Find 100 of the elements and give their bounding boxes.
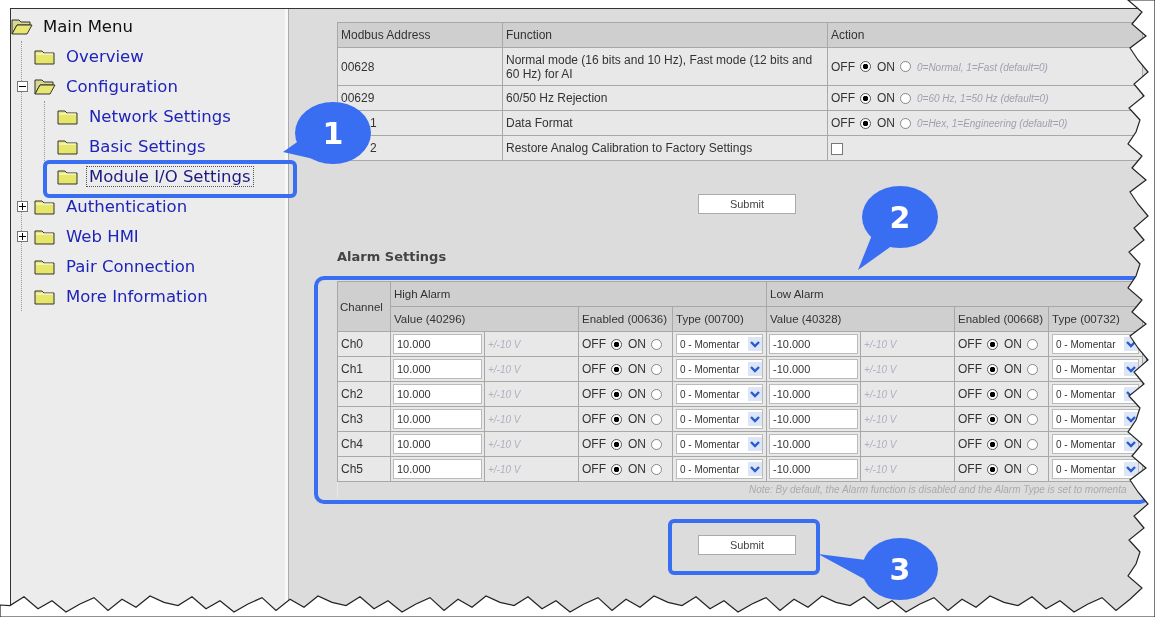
table-cell: Ch4 (337, 431, 391, 457)
folder-icon (34, 197, 56, 215)
value-field[interactable]: 10.000 (393, 334, 482, 354)
value-field[interactable]: -10.000 (769, 334, 858, 354)
menu-item[interactable]: Overview (64, 46, 146, 66)
radio-button[interactable] (987, 388, 998, 400)
radio-label: ON (628, 387, 646, 401)
type-dropdown[interactable]: 0 - Momentar (676, 409, 763, 429)
menu-item[interactable]: Main Menu (41, 16, 135, 36)
type-dropdown[interactable]: 0 - Momentar (1052, 459, 1139, 479)
radio-label: OFF (958, 462, 982, 476)
radio-button[interactable] (860, 117, 871, 129)
radio-label: ON (877, 91, 895, 105)
radio-button[interactable] (1027, 413, 1038, 425)
radio-button[interactable] (651, 388, 662, 400)
value-field[interactable]: 10.000 (393, 459, 482, 479)
folder-icon (34, 227, 56, 245)
radio-button[interactable] (1027, 338, 1038, 350)
radio-button[interactable] (900, 117, 911, 129)
value-field[interactable]: -10.000 (769, 459, 858, 479)
radio-label: OFF (582, 462, 606, 476)
menu-item[interactable]: Authentication (64, 196, 190, 216)
column-header: Value (40328) (766, 306, 955, 332)
radio-button[interactable] (611, 413, 622, 425)
value-field[interactable]: 10.000 (393, 359, 482, 379)
radio-button[interactable] (987, 338, 998, 350)
menu-item[interactable]: Configuration (64, 76, 180, 96)
checkbox[interactable] (831, 142, 843, 155)
submit-button[interactable]: Submit (698, 194, 796, 214)
radio-label: ON (1004, 462, 1022, 476)
radio-button[interactable] (860, 61, 871, 72)
radio-button[interactable] (611, 338, 622, 350)
value-field[interactable]: -10.000 (769, 384, 858, 404)
type-dropdown[interactable]: 0 - Momentar (676, 334, 763, 354)
value-field[interactable]: -10.000 (769, 359, 858, 379)
radio-button[interactable] (860, 92, 871, 104)
radio-button[interactable] (1027, 388, 1038, 400)
radio-label: OFF (958, 437, 982, 451)
radio-button[interactable] (900, 92, 911, 104)
value-field[interactable]: -10.000 (769, 409, 858, 429)
radio-button[interactable] (987, 413, 998, 425)
type-dropdown[interactable]: 0 - Momentar (676, 359, 763, 379)
type-dropdown[interactable]: 0 - Momentar (676, 434, 763, 454)
column-header: Action (827, 22, 1143, 48)
radio-button[interactable] (611, 438, 622, 450)
radio-label: OFF (831, 59, 855, 74)
radio-button[interactable] (651, 438, 662, 450)
hint-text: 0=Hex, 1=Engineering (default=0) (917, 118, 1068, 129)
type-dropdown[interactable]: 0 - Momentar (676, 459, 763, 479)
radio-button[interactable] (900, 61, 911, 72)
expander-icon[interactable] (16, 80, 28, 92)
menu-item[interactable]: Module I/O Settings (87, 166, 253, 186)
radio-button[interactable] (1027, 463, 1038, 475)
type-dropdown[interactable]: 0 - Momentar (1052, 434, 1139, 454)
radio-button[interactable] (987, 463, 998, 475)
table-cell: Ch5 (337, 456, 391, 482)
radio-button[interactable] (1027, 438, 1038, 450)
type-dropdown[interactable]: 0 - Momentar (1052, 384, 1139, 404)
radio-button[interactable] (611, 388, 622, 400)
table-cell: Normal mode (16 bits and 10 Hz), Fast mode (12 bits and 60 Hz) for AI (502, 47, 828, 86)
expander-icon[interactable] (16, 200, 28, 212)
radio-button[interactable] (611, 363, 622, 375)
radio-button[interactable] (987, 438, 998, 450)
caret-icon (748, 337, 762, 351)
radio-button[interactable] (651, 363, 662, 375)
type-dropdown[interactable]: 0 - Momentar (1052, 359, 1139, 379)
expander-icon[interactable] (16, 230, 28, 242)
radio-label: ON (1004, 437, 1022, 451)
column-header: Channel (337, 281, 391, 332)
type-dropdown[interactable]: 0 - Momentar (1052, 334, 1139, 354)
folder-icon (34, 287, 56, 305)
menu-item[interactable]: More Information (64, 286, 210, 306)
radio-button[interactable] (651, 463, 662, 475)
radio-button[interactable] (611, 463, 622, 475)
column-header: Value (40296) (390, 306, 579, 332)
radio-button[interactable] (651, 413, 662, 425)
radio-label: ON (628, 437, 646, 451)
menu-item[interactable]: Web HMI (64, 226, 141, 246)
menu-item[interactable]: Basic Settings (87, 136, 208, 156)
value-field[interactable]: 10.000 (393, 384, 482, 404)
type-dropdown[interactable]: 0 - Momentar (676, 384, 763, 404)
hint-text: 0=Normal, 1=Fast (default=0) (917, 61, 1048, 73)
radio-button[interactable] (1027, 363, 1038, 375)
value-field[interactable]: 10.000 (393, 409, 482, 429)
radio-label: OFF (831, 91, 855, 105)
radio-button[interactable] (651, 338, 662, 350)
value-field[interactable]: 10.000 (393, 434, 482, 454)
column-header: Enabled (00636) (578, 306, 673, 332)
caret-icon (748, 437, 762, 451)
value-field[interactable]: -10.000 (769, 434, 858, 454)
menu-item[interactable]: Network Settings (87, 106, 233, 126)
caret-icon (1124, 462, 1138, 476)
column-header: Type (00700) (672, 306, 767, 332)
submit-button[interactable]: Submit (698, 535, 796, 555)
radio-button[interactable] (987, 363, 998, 375)
table-cell: Ch0 (337, 331, 391, 357)
radio-label: OFF (582, 387, 606, 401)
type-dropdown[interactable]: 0 - Momentar (1052, 409, 1139, 429)
open-folder-icon (34, 77, 56, 95)
menu-item[interactable]: Pair Connection (64, 256, 198, 276)
